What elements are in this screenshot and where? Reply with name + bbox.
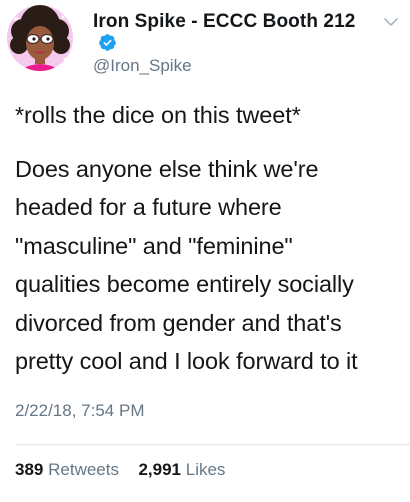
tweet-header: Iron Spike - ECCC Booth 212 @Iron_Spike [0,0,410,80]
tweet-text-line: Does anyone else think we're [15,155,319,182]
author-info: Iron Spike - ECCC Booth 212 @Iron_Spike [93,11,373,76]
tweet-timestamp[interactable]: 2/22/18, 7:54 PM [15,401,144,421]
retweets-label: Retweets [48,460,119,479]
tweet-text-line: qualities become entirely socially [15,271,354,297]
tweet-text-line: headed for a future where [15,194,282,220]
tweet-text-line: *rolls the dice on this tweet* [15,102,301,128]
likes-stat[interactable]: 2,991 Likes [138,460,225,479]
likes-label: Likes [185,460,226,479]
tweet-stats: 389 Retweets 2,991 Likes [15,460,225,480]
retweets-stat[interactable]: 389 Retweets [15,460,124,479]
tweet-text-line: "masculine" and "feminine" [15,232,293,259]
tweet-text-line: divorced from gender and that's [15,309,342,336]
tweet-text-line: pretty cool and I look forward to it [15,348,358,374]
author-handle[interactable]: @Iron_Spike [93,56,373,76]
likes-count: 2,991 [138,460,181,479]
chevron-down-icon[interactable] [384,17,398,27]
cartoon-avatar-icon [7,5,73,71]
divider [15,444,410,445]
author-display-name[interactable]: Iron Spike - ECCC Booth 212 [93,11,355,33]
retweets-count: 389 [15,460,44,479]
tweet-card: Iron Spike - ECCC Booth 212 @Iron_Spike … [0,0,410,502]
verified-badge-icon [99,34,116,51]
avatar[interactable] [7,5,73,71]
tweet-text: *rolls the dice on this tweet* Does anyo… [15,96,403,381]
